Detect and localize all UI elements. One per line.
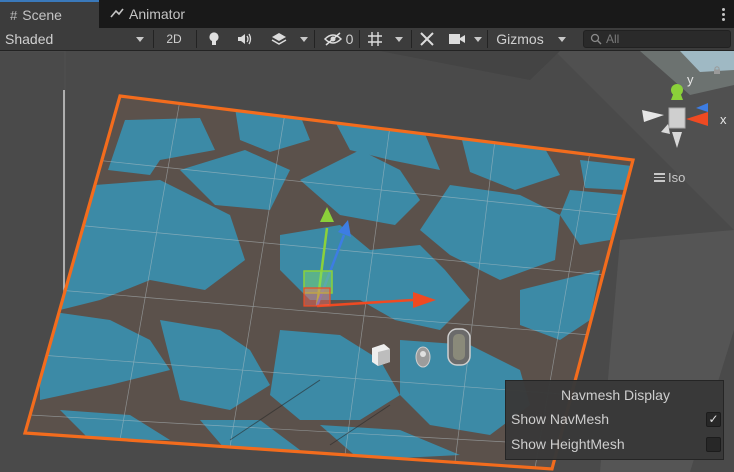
gizmo-center-cube[interactable] bbox=[668, 107, 686, 129]
camera-button[interactable] bbox=[444, 28, 470, 50]
tab-scene-label: Scene bbox=[22, 7, 62, 23]
hidden-objects-toggle[interactable]: 0 bbox=[318, 28, 358, 50]
2d-toggle-button[interactable]: 2D bbox=[158, 28, 190, 50]
show-heightmesh-checkbox[interactable] bbox=[706, 436, 721, 452]
draw-mode-dropdown[interactable]: Shaded bbox=[0, 28, 152, 50]
axis-neg-x-cone[interactable] bbox=[642, 110, 664, 122]
checkmark-icon: ✓ bbox=[708, 412, 719, 426]
tab-scene[interactable]: # Scene bbox=[0, 0, 99, 28]
eye-hidden-icon bbox=[323, 32, 342, 46]
more-options-icon[interactable] bbox=[718, 4, 728, 24]
lighting-toggle-button[interactable] bbox=[200, 28, 228, 50]
audio-toggle-button[interactable] bbox=[230, 28, 260, 50]
speaker-icon bbox=[238, 33, 252, 45]
navmesh-agent-cube[interactable] bbox=[372, 344, 390, 366]
axis-neg-y-cone[interactable] bbox=[672, 132, 682, 148]
chevron-down-icon bbox=[395, 36, 403, 42]
lock-icon[interactable] bbox=[713, 66, 721, 74]
orientation-gizmo[interactable]: y x bbox=[636, 72, 734, 160]
animator-icon bbox=[110, 7, 124, 22]
grid-dropdown[interactable] bbox=[390, 28, 408, 50]
search-input[interactable] bbox=[606, 32, 716, 46]
axis-x-label: x bbox=[720, 112, 727, 127]
tools-button[interactable] bbox=[414, 28, 440, 50]
projection-icon bbox=[654, 173, 665, 182]
draw-mode-label: Shaded bbox=[5, 31, 54, 47]
grid-toggle-button[interactable] bbox=[362, 28, 388, 50]
layers-icon bbox=[271, 33, 287, 45]
hidden-count: 0 bbox=[345, 31, 354, 47]
projection-label: Iso bbox=[668, 170, 686, 185]
scene-toolbar: Shaded 2D 0 Gizmos bbox=[0, 28, 734, 51]
search-icon bbox=[590, 33, 602, 45]
axis-y-label: y bbox=[687, 72, 694, 87]
tools-icon bbox=[420, 32, 434, 46]
lightbulb-icon bbox=[209, 32, 219, 45]
chevron-down-icon bbox=[558, 36, 566, 42]
show-heightmesh-label: Show HeightMesh bbox=[511, 436, 625, 452]
axis-x-cone[interactable] bbox=[686, 112, 708, 126]
chevron-down-icon bbox=[136, 36, 144, 42]
navmesh-display-panel: Navmesh Display Show NavMesh ✓ Show Heig… bbox=[505, 380, 724, 460]
navmesh-agent-robot[interactable] bbox=[415, 346, 431, 368]
tab-animator[interactable]: Animator bbox=[100, 0, 200, 28]
show-navmesh-label: Show NavMesh bbox=[511, 411, 610, 427]
camera-dropdown[interactable] bbox=[470, 28, 486, 50]
search-field[interactable] bbox=[583, 30, 731, 48]
grid-icon: # bbox=[10, 7, 18, 23]
axis-y-cone[interactable] bbox=[671, 84, 683, 100]
show-navmesh-checkbox[interactable]: ✓ bbox=[706, 411, 721, 427]
navmesh-display-title: Navmesh Display bbox=[561, 387, 670, 403]
effects-toggle-button[interactable] bbox=[263, 28, 295, 50]
gizmos-label: Gizmos bbox=[496, 31, 544, 47]
tab-bar: # Scene Animator bbox=[0, 0, 734, 28]
grid-snap-icon bbox=[368, 32, 382, 46]
gizmos-dropdown[interactable] bbox=[552, 28, 572, 50]
camera-icon bbox=[449, 34, 465, 44]
axis-z-cone[interactable] bbox=[696, 103, 708, 112]
chevron-down-icon bbox=[474, 36, 482, 42]
gizmos-button[interactable]: Gizmos bbox=[490, 28, 550, 50]
projection-toggle[interactable]: Iso bbox=[654, 170, 685, 185]
tab-animator-label: Animator bbox=[129, 6, 186, 22]
show-heightmesh-row[interactable]: Show HeightMesh bbox=[511, 433, 721, 455]
show-navmesh-row[interactable]: Show NavMesh ✓ bbox=[511, 408, 721, 430]
navmesh-agent-capsule[interactable] bbox=[447, 328, 471, 366]
2d-toggle-label: 2D bbox=[166, 32, 182, 46]
chevron-down-icon bbox=[300, 36, 308, 42]
effects-dropdown[interactable] bbox=[295, 28, 313, 50]
